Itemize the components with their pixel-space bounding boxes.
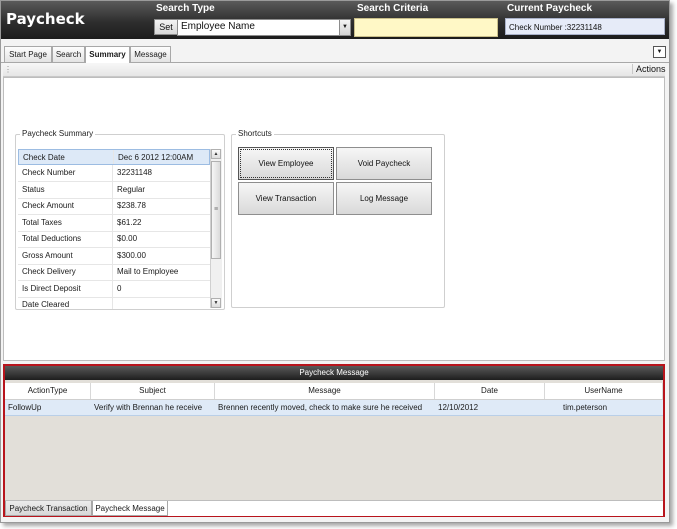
search-type-dropdown[interactable]: Employee Name ▼ <box>177 19 351 36</box>
current-paycheck-value: Check Number :32231148 <box>505 18 665 35</box>
paycheck-summary-title: Paycheck Summary <box>20 129 96 138</box>
summary-row[interactable]: Is Direct Deposit 0 <box>18 281 210 298</box>
summary-grid: Check Date Dec 6 2012 12:00AM Check Numbe… <box>18 149 210 309</box>
search-type-value: Employee Name <box>181 21 255 32</box>
cell-date: 12/10/2012 <box>438 403 479 412</box>
message-grid-empty-area <box>5 416 663 500</box>
summary-content: Paycheck Summary Check Date Dec 6 2012 12… <box>3 77 665 361</box>
paycheck-message-title: Paycheck Message <box>5 366 663 380</box>
tab-search[interactable]: Search <box>52 46 85 62</box>
search-criteria-input[interactable] <box>354 18 498 37</box>
summary-row[interactable]: Check Delivery Mail to Employee <box>18 264 210 281</box>
paycheck-summary-group: Paycheck Summary Check Date Dec 6 2012 12… <box>15 129 225 310</box>
tab-paycheck-transaction[interactable]: Paycheck Transaction <box>5 501 92 516</box>
tab-message[interactable]: Message <box>130 46 171 62</box>
actions-toolbar: ⋮ Actions <box>3 63 666 77</box>
app-title: Paycheck <box>6 10 85 28</box>
tab-menu-chevron-icon[interactable]: ▼ <box>653 46 666 58</box>
app-window: Paycheck Search Type Set Employee Name ▼… <box>0 0 670 523</box>
log-message-button[interactable]: Log Message <box>336 182 432 215</box>
search-type-label: Search Type <box>156 3 215 14</box>
message-grid-header: ActionType Subject Message Date UserName <box>5 383 663 400</box>
search-criteria-label: Search Criteria <box>357 3 429 14</box>
column-header-message[interactable]: Message <box>215 383 435 399</box>
current-paycheck-label: Current Paycheck <box>507 3 593 14</box>
summary-row[interactable]: Total Taxes $61.22 <box>18 215 210 232</box>
summary-row[interactable]: Total Deductions $0.00 <box>18 231 210 248</box>
scrollbar-thumb[interactable]: ≡ <box>211 161 221 259</box>
cell-message: Brennen recently moved, check to make su… <box>218 403 423 412</box>
summary-row[interactable]: Check Number 32231148 <box>18 165 210 182</box>
tab-start-page[interactable]: Start Page <box>4 46 52 62</box>
header-bar: Paycheck Search Type Set Employee Name ▼… <box>1 1 669 39</box>
tab-paycheck-message[interactable]: Paycheck Message <box>92 501 168 516</box>
shortcuts-group: Shortcuts View Employee Void Paycheck Vi… <box>231 129 445 308</box>
column-header-subject[interactable]: Subject <box>91 383 215 399</box>
scroll-up-icon[interactable]: ▲ <box>211 149 221 159</box>
summary-row[interactable]: Check Date Dec 6 2012 12:00AM <box>18 149 210 165</box>
summary-row[interactable]: Date Cleared <box>18 297 210 309</box>
summary-row[interactable]: Gross Amount $300.00 <box>18 248 210 265</box>
view-employee-button[interactable]: View Employee <box>238 147 334 180</box>
summary-row[interactable]: Status Regular <box>18 182 210 199</box>
table-row[interactable]: FollowUp Verify with Brennan he receive … <box>5 400 663 416</box>
view-transaction-button[interactable]: View Transaction <box>238 182 334 215</box>
cell-actiontype: FollowUp <box>8 403 42 412</box>
column-header-date[interactable]: Date <box>435 383 545 399</box>
column-header-username[interactable]: UserName <box>545 383 663 399</box>
paycheck-message-panel: Paycheck Message ActionType Subject Mess… <box>3 364 665 517</box>
actions-menu[interactable]: Actions <box>632 64 666 74</box>
bottom-tab-strip: Paycheck Transaction Paycheck Message <box>5 500 663 516</box>
cell-username: tim.peterson <box>563 403 608 412</box>
summary-scrollbar[interactable]: ▲ ≡ ▼ <box>210 149 222 308</box>
cell-subject: Verify with Brennan he receive <box>94 403 203 412</box>
toolbar-grip-icon[interactable]: ⋮ <box>4 65 12 74</box>
scroll-down-icon[interactable]: ▼ <box>211 298 221 308</box>
chevron-down-icon[interactable]: ▼ <box>339 20 350 35</box>
summary-row[interactable]: Check Amount $238.78 <box>18 198 210 215</box>
set-button[interactable]: Set <box>154 19 178 35</box>
void-paycheck-button[interactable]: Void Paycheck <box>336 147 432 180</box>
shortcuts-title: Shortcuts <box>236 129 274 138</box>
column-header-actiontype[interactable]: ActionType <box>5 383 91 399</box>
tab-summary[interactable]: Summary <box>85 46 130 63</box>
